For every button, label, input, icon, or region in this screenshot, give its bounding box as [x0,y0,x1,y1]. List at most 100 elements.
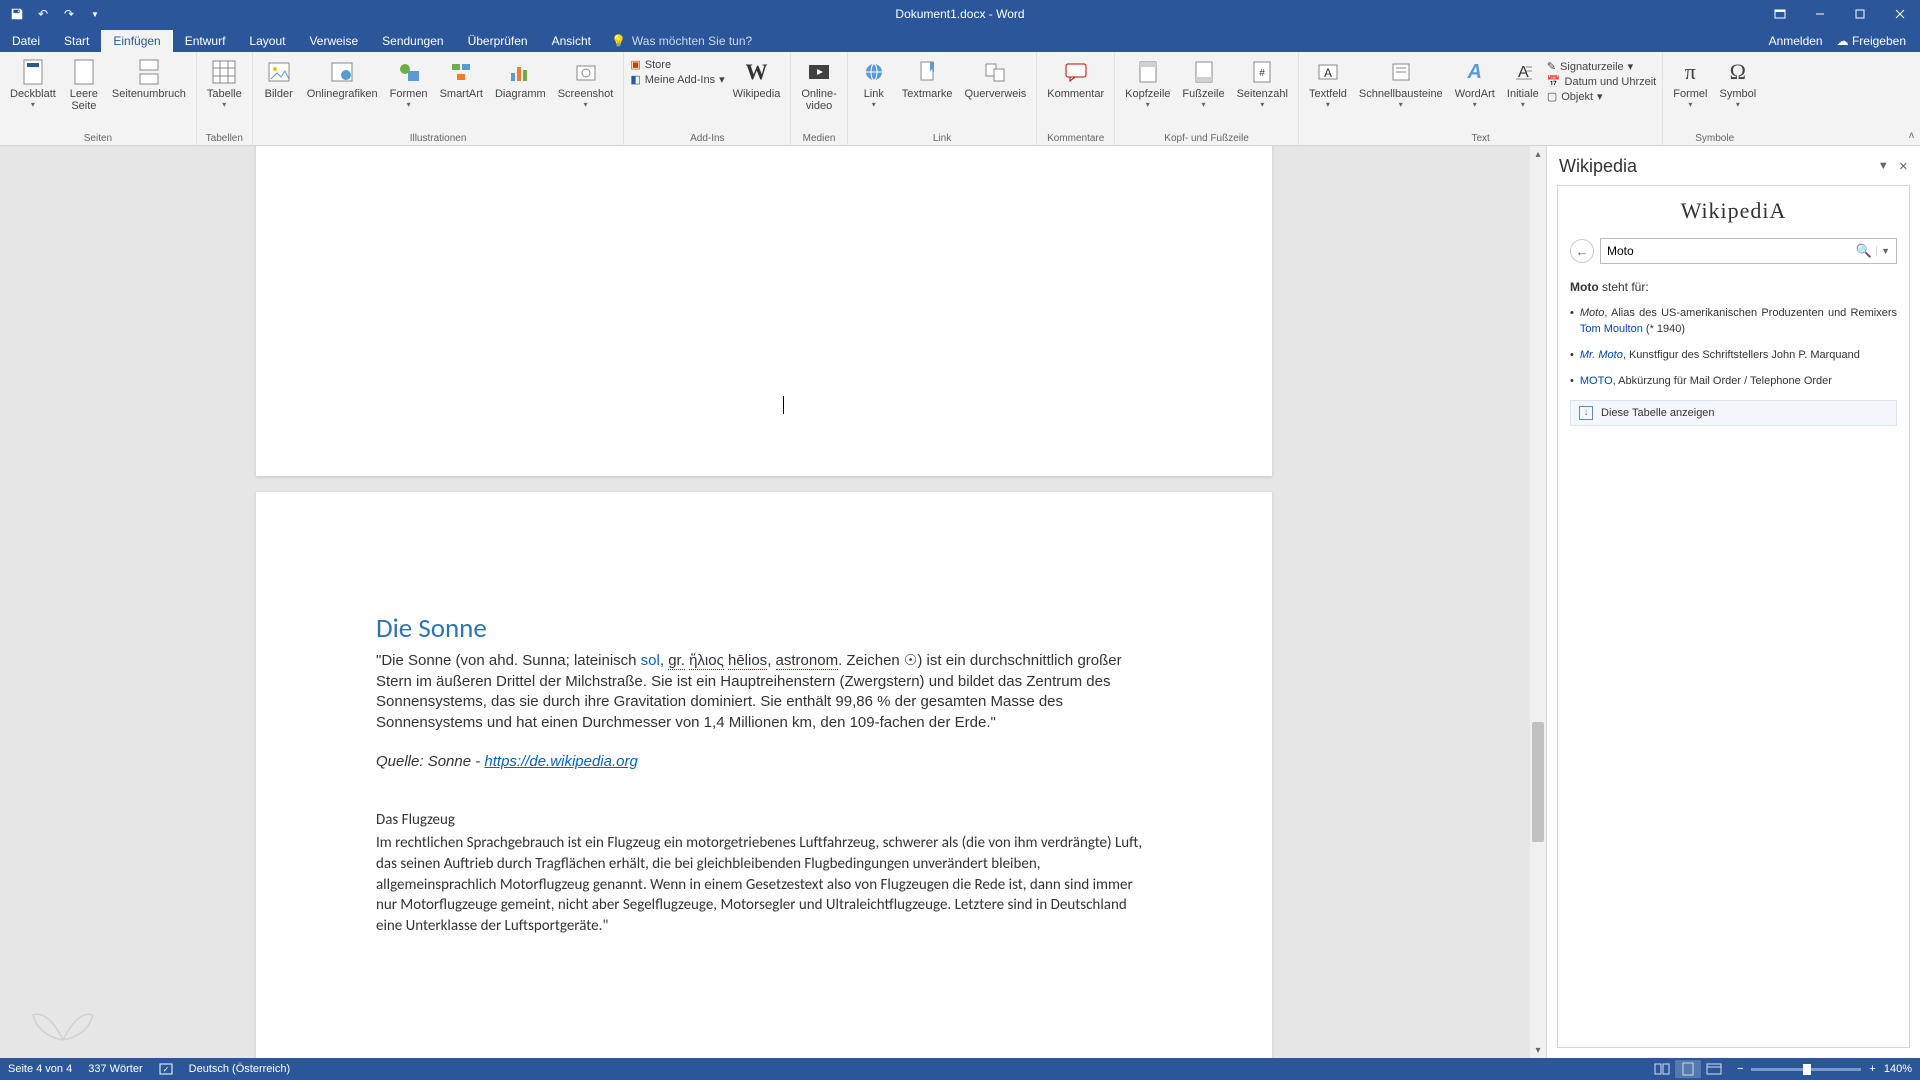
formel-button[interactable]: πFormel▾ [1669,56,1711,133]
smartart-button[interactable]: SmartArt [436,56,487,133]
wikipedia-icon: W [742,58,770,86]
querverweis-button[interactable]: Querverweis [961,56,1031,133]
maximize-icon[interactable] [1840,0,1880,28]
store-button[interactable]: ▣Store [630,58,724,71]
scroll-thumb[interactable] [1532,722,1544,842]
onlinevideo-button[interactable]: Online- video [797,56,840,133]
tab-sendungen[interactable]: Sendungen [370,30,455,52]
comment-icon [1062,58,1090,86]
symbol-button[interactable]: ΩSymbol▾ [1715,56,1760,133]
leere-seite-button[interactable]: Leere Seite [64,56,104,133]
tab-layout[interactable]: Layout [237,30,297,52]
redo-icon[interactable]: ↷ [60,5,78,23]
tab-datei[interactable]: Datei [0,30,52,52]
scroll-up-icon[interactable]: ▴ [1530,146,1546,162]
group-addins: Add-Ins [690,133,724,146]
tab-ansicht[interactable]: Ansicht [540,30,603,52]
link-moto-abbr[interactable]: MOTO [1580,375,1613,387]
link-button[interactable]: Link▾ [854,56,894,133]
ribbon-display-icon[interactable] [1760,0,1800,28]
tab-start[interactable]: Start [52,30,101,52]
seitenzahl-button[interactable]: #Seitenzahl▾ [1233,56,1292,133]
search-input[interactable] [1607,244,1852,258]
intro-text: Moto steht für: [1570,280,1897,294]
wordart-button[interactable]: AWordArt▾ [1451,56,1499,133]
pictures-icon [265,58,293,86]
group-kommentare: Kommentare [1047,133,1104,146]
para-flugzeug: Im rechtlichen Sprachgebrauch ist ein Fl… [376,833,1152,936]
wikipedia-logo: WikipediA [1570,198,1897,224]
language-indicator[interactable]: Deutsch (Österreich) [189,1063,290,1075]
search-icon[interactable]: 🔍 [1852,243,1876,259]
chart-icon [506,58,534,86]
page-number-icon: # [1248,58,1276,86]
zoom-in-button[interactable]: + [1869,1063,1875,1075]
pane-menu-icon[interactable]: ▼ [1878,160,1889,173]
pane-close-icon[interactable]: ✕ [1899,160,1908,173]
scroll-down-icon[interactable]: ▾ [1530,1042,1546,1058]
svg-text:A: A [1324,66,1332,80]
tab-verweise[interactable]: Verweise [297,30,370,52]
tab-entwurf[interactable]: Entwurf [173,30,238,52]
vertical-scrollbar[interactable]: ▴ ▾ [1530,146,1546,1058]
sign-in-link[interactable]: Anmelden [1769,34,1823,48]
datum-uhrzeit-button[interactable]: 📅Datum und Uhrzeit [1547,75,1656,88]
zoom-slider[interactable] [1751,1068,1861,1071]
minimize-icon[interactable] [1800,0,1840,28]
bookmark-icon [913,58,941,86]
source-sonne: Quelle: Sonne - https://de.wikipedia.org [376,752,1152,773]
schnellbausteine-button[interactable]: Schnellbausteine▾ [1355,56,1447,133]
show-table-button[interactable]: ↓ Diese Tabelle anzeigen [1570,400,1897,426]
tab-einfuegen[interactable]: Einfügen [101,30,172,52]
lightbulb-icon: 💡 [611,34,626,48]
diagramm-button[interactable]: Diagramm [491,56,550,133]
bilder-button[interactable]: Bilder [259,56,299,133]
word-count[interactable]: 337 Wörter [88,1063,142,1075]
print-layout-icon[interactable] [1675,1060,1701,1078]
onlinegrafiken-button[interactable]: Onlinegrafiken [303,56,382,133]
page-indicator[interactable]: Seite 4 von 4 [8,1063,72,1075]
link-mr-moto[interactable]: Mr. Moto [1580,349,1623,361]
screenshot-button[interactable]: Screenshot▾ [554,56,618,133]
header-icon [1134,58,1162,86]
read-mode-icon[interactable] [1649,1060,1675,1078]
list-item: Mr. Moto, Kunstfigur des Schriftstellers… [1570,348,1897,364]
deckblatt-button[interactable]: Deckblatt▾ [6,56,60,133]
textfeld-button[interactable]: ATextfeld▾ [1305,56,1351,133]
para-sonne: "Die Sonne (von ahd. Sunna; lateinisch s… [376,651,1152,734]
hyperlink-icon [860,58,888,86]
web-layout-icon[interactable] [1701,1060,1727,1078]
kopfzeile-button[interactable]: Kopfzeile▾ [1121,56,1174,133]
fusszeile-button[interactable]: Fußzeile▾ [1178,56,1228,133]
meine-addins-button[interactable]: ◧Meine Add-Ins ▾ [630,73,724,86]
close-icon[interactable] [1880,0,1920,28]
group-tabellen: Tabellen [206,133,243,146]
zoom-level[interactable]: 140% [1884,1063,1912,1075]
screenshot-icon [572,58,600,86]
tab-ueberpruefen[interactable]: Überprüfen [456,30,540,52]
link-tom-moulton[interactable]: Tom Moulton [1580,323,1643,335]
footer-icon [1190,58,1218,86]
document-canvas[interactable]: Die Sonne "Die Sonne (von ahd. Sunna; la… [0,146,1546,1058]
textmarke-button[interactable]: Textmarke [898,56,957,133]
wikipedia-link[interactable]: https://de.wikipedia.org [484,753,637,770]
search-dropdown-icon[interactable]: ▼ [1876,246,1890,256]
tell-me-input[interactable]: 💡 Was möchten Sie tun? [611,34,752,52]
heading-flugzeug: Das Flugzeug [376,810,1152,831]
seitenumbruch-button[interactable]: Seitenumbruch [108,56,190,133]
initiale-button[interactable]: AInitiale▾ [1503,56,1543,133]
formen-button[interactable]: Formen▾ [386,56,432,133]
objekt-button[interactable]: ▢Objekt ▾ [1547,90,1656,103]
save-icon[interactable] [8,5,26,23]
undo-icon[interactable]: ↶ [34,5,52,23]
wikipedia-button[interactable]: WWikipedia [729,56,785,133]
collapse-ribbon-icon[interactable]: ʌ [1909,130,1914,141]
spellcheck-indicator[interactable]: ✓ [159,1062,173,1076]
signaturzeile-button[interactable]: ✎Signaturzeile ▾ [1547,60,1656,73]
tabelle-button[interactable]: Tabelle▾ [203,56,246,133]
zoom-out-button[interactable]: − [1737,1063,1743,1075]
share-button[interactable]: ☁ Freigeben [1837,34,1906,48]
qat-dropdown-icon[interactable]: ▼ [86,5,104,23]
kommentar-button[interactable]: Kommentar [1043,56,1108,133]
back-button[interactable]: ← [1570,239,1594,263]
